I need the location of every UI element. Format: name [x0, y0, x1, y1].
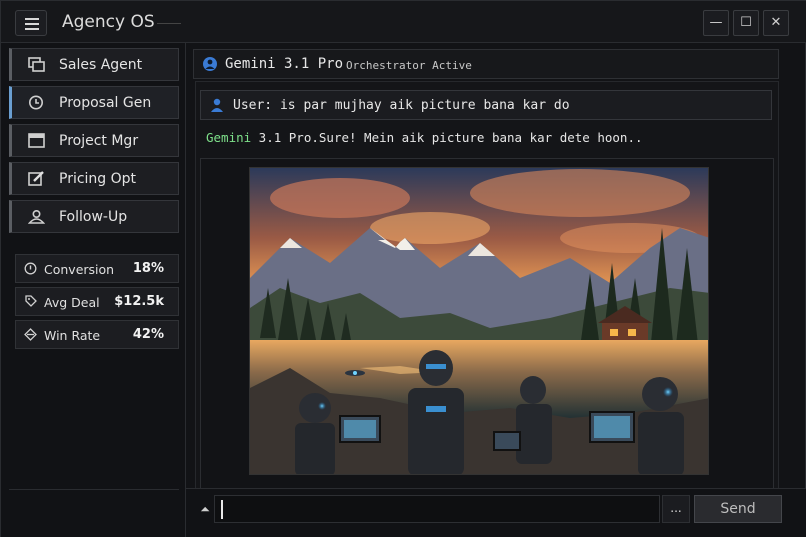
- sidebar-divider: [9, 489, 179, 490]
- model-header: Gemini 3.1 Pro Orchestrator Active: [193, 49, 779, 79]
- user-avatar-icon: [211, 98, 223, 112]
- stat-win-rate: Win Rate 42%: [15, 320, 179, 349]
- sidebar-item-pricing-opt[interactable]: Pricing Opt: [9, 162, 179, 195]
- stats-panel: Conversion 18% Avg Deal $12.5k Win Rate …: [9, 251, 181, 351]
- model-status: Orchestrator Active: [346, 59, 472, 72]
- user-message: User: is par mujhay aik picture bana kar…: [200, 90, 772, 120]
- text-caret: [221, 500, 223, 519]
- stat-avg-deal: Avg Deal $12.5k: [15, 287, 179, 316]
- clock-icon: [29, 95, 43, 110]
- sidebar-item-project-mgr[interactable]: Project Mgr: [9, 124, 179, 157]
- stat-value: $12.5k: [114, 294, 164, 309]
- title-bar: Agency OS — ☐ ✕: [1, 1, 806, 43]
- close-button[interactable]: ✕: [763, 10, 789, 36]
- window-icon: [28, 133, 45, 148]
- stat-value: 42%: [132, 327, 164, 342]
- assistant-icon: [203, 57, 217, 71]
- more-options-button[interactable]: ...: [662, 495, 690, 523]
- tag-icon: [25, 295, 37, 307]
- app-title: Agency OS: [62, 12, 155, 32]
- minimize-button[interactable]: —: [703, 10, 729, 36]
- stacked-cards-icon: [28, 57, 45, 72]
- model-name: Gemini 3.1 Pro: [225, 56, 344, 72]
- contact-icon: [28, 209, 45, 224]
- message-composer: ⏶ ... Send: [186, 488, 806, 537]
- sidebar: Sales Agent Proposal Gen Project Mgr Pri…: [1, 43, 186, 537]
- stat-label: Win Rate: [44, 328, 101, 343]
- sidebar-item-follow-up[interactable]: Follow-Up: [9, 200, 179, 233]
- user-message-text: User: is par mujhay aik picture bana kar…: [233, 98, 570, 113]
- maximize-button[interactable]: ☐: [733, 10, 759, 36]
- app-window: Agency OS — ☐ ✕ Sales Agent Proposal Gen: [0, 0, 806, 537]
- reply-model-name: Gemini: [206, 130, 252, 145]
- generated-image[interactable]: [249, 167, 709, 475]
- sidebar-item-label: Project Mgr: [59, 133, 139, 149]
- stat-value: 18%: [132, 261, 164, 276]
- hamburger-menu-icon[interactable]: [15, 10, 47, 36]
- send-button[interactable]: Send: [694, 495, 782, 523]
- attach-icon[interactable]: ⏶: [194, 497, 216, 521]
- target-icon: [24, 328, 37, 341]
- sidebar-item-sales-agent[interactable]: Sales Agent: [9, 48, 179, 81]
- stat-label: Avg Deal: [44, 295, 100, 310]
- title-divider: [157, 23, 181, 24]
- edit-icon: [28, 171, 44, 186]
- reply-text: 3.1 Pro.Sure! Mein aik picture bana kar …: [251, 130, 643, 145]
- assistant-reply: Gemini 3.1 Pro.Sure! Mein aik picture ba…: [206, 130, 643, 145]
- sidebar-item-label: Follow-Up: [59, 209, 128, 225]
- sidebar-item-label: Proposal Gen: [59, 95, 152, 111]
- message-input[interactable]: [214, 495, 660, 523]
- sidebar-item-label: Pricing Opt: [59, 171, 137, 187]
- generated-image-art: [250, 168, 708, 474]
- sidebar-item-proposal-gen[interactable]: Proposal Gen: [9, 86, 179, 119]
- sidebar-item-label: Sales Agent: [59, 57, 143, 73]
- info-circle-icon: [24, 262, 37, 275]
- stat-conversion: Conversion 18%: [15, 254, 179, 283]
- stat-label: Conversion: [44, 262, 115, 277]
